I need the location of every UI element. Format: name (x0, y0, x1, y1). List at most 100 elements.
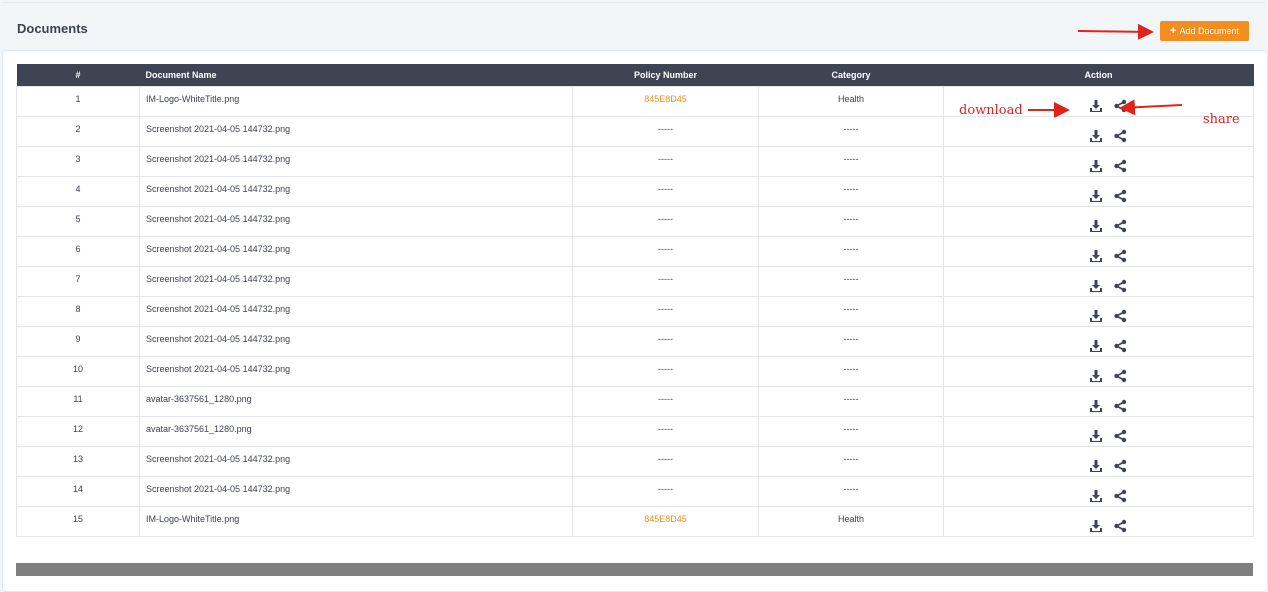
action-cell (943, 446, 1254, 477)
category: ----- (758, 206, 944, 237)
share-icon[interactable] (1113, 489, 1127, 503)
policy-number: ----- (572, 326, 759, 357)
document-name: Screenshot 2021-04-05 144732.png (139, 116, 573, 147)
table-footer-bar (16, 563, 1253, 576)
document-name: Screenshot 2021-04-05 144732.png (139, 356, 573, 387)
download-icon[interactable] (1089, 219, 1103, 233)
policy-number: ----- (572, 386, 759, 417)
download-icon[interactable] (1089, 309, 1103, 323)
category: ----- (758, 116, 944, 147)
policy-number: ----- (572, 356, 759, 387)
share-icon[interactable] (1113, 369, 1127, 383)
page-header: Documents + Add Document (2, 2, 1266, 51)
row-number: 11 (16, 386, 140, 417)
share-icon[interactable] (1113, 279, 1127, 293)
share-icon[interactable] (1113, 309, 1127, 323)
column-header-category: Category (758, 64, 944, 87)
column-header-policy-number: Policy Number (572, 64, 759, 87)
document-name: Screenshot 2021-04-05 144732.png (139, 446, 573, 477)
policy-number: ----- (572, 176, 759, 207)
share-icon[interactable] (1113, 399, 1127, 413)
share-icon[interactable] (1113, 159, 1127, 173)
table-row: 11 avatar-3637561_1280.png ----- ----- (16, 386, 1254, 417)
share-icon[interactable] (1113, 459, 1127, 473)
action-cell (943, 356, 1254, 387)
policy-number: ----- (572, 236, 759, 267)
category: ----- (758, 236, 944, 267)
document-name: avatar-3637561_1280.png (139, 416, 573, 447)
column-header-action: Action (943, 64, 1254, 87)
category: ----- (758, 266, 944, 297)
download-icon[interactable] (1089, 249, 1103, 263)
row-number: 14 (16, 476, 140, 507)
download-icon[interactable] (1089, 429, 1103, 443)
download-icon[interactable] (1089, 189, 1103, 203)
share-icon[interactable] (1113, 189, 1127, 203)
document-name: Screenshot 2021-04-05 144732.png (139, 206, 573, 237)
table-row: 7 Screenshot 2021-04-05 144732.png ----- --… (16, 266, 1254, 297)
table-row: 13 Screenshot 2021-04-05 144732.png ----- -… (16, 446, 1254, 477)
table-row: 1 IM-Logo-WhiteTitle.png 845E8D45 Health (16, 86, 1254, 117)
policy-number: ----- (572, 266, 759, 297)
download-icon[interactable] (1089, 459, 1103, 473)
table-row: 14 Screenshot 2021-04-05 144732.png ----- -… (16, 476, 1254, 507)
policy-number: ----- (572, 146, 759, 177)
table-row: 3 Screenshot 2021-04-05 144732.png ----- --… (16, 146, 1254, 177)
table-row: 5 Screenshot 2021-04-05 144732.png ----- --… (16, 206, 1254, 237)
download-icon[interactable] (1089, 489, 1103, 503)
table-row: 10 Screenshot 2021-04-05 144732.png ----- -… (16, 356, 1254, 387)
document-name: IM-Logo-WhiteTitle.png (139, 86, 573, 117)
table-header-row: # Document Name Policy Number Category A… (16, 64, 1254, 87)
row-number: 1 (16, 86, 140, 117)
category: ----- (758, 296, 944, 327)
share-icon[interactable] (1113, 249, 1127, 263)
row-number: 3 (16, 146, 140, 177)
action-cell (943, 416, 1254, 447)
row-number: 7 (16, 266, 140, 297)
category: Health (758, 506, 944, 537)
download-icon[interactable] (1089, 99, 1103, 113)
policy-number: ----- (572, 446, 759, 477)
document-name: Screenshot 2021-04-05 144732.png (139, 176, 573, 207)
documents-table: # Document Name Policy Number Category A… (16, 64, 1254, 537)
action-cell (943, 236, 1254, 267)
policy-number: ----- (572, 476, 759, 507)
table-row: 6 Screenshot 2021-04-05 144732.png ----- --… (16, 236, 1254, 267)
category: ----- (758, 326, 944, 357)
document-name: Screenshot 2021-04-05 144732.png (139, 296, 573, 327)
table-row: 8 Screenshot 2021-04-05 144732.png ----- --… (16, 296, 1254, 327)
download-icon[interactable] (1089, 369, 1103, 383)
share-icon[interactable] (1113, 129, 1127, 143)
table-row: 12 avatar-3637561_1280.png ----- ----- (16, 416, 1254, 447)
download-icon[interactable] (1089, 399, 1103, 413)
share-icon[interactable] (1113, 219, 1127, 233)
share-annotation: share (1203, 112, 1240, 127)
category: ----- (758, 176, 944, 207)
policy-number[interactable]: 845E8D45 (572, 86, 759, 117)
download-icon[interactable] (1089, 159, 1103, 173)
download-icon[interactable] (1089, 519, 1103, 533)
table-row: 2 Screenshot 2021-04-05 144732.png ----- --… (16, 116, 1254, 147)
policy-number: ----- (572, 206, 759, 237)
action-cell (943, 476, 1254, 507)
share-icon[interactable] (1113, 429, 1127, 443)
share-icon[interactable] (1113, 519, 1127, 533)
add-document-button[interactable]: + Add Document (1160, 21, 1249, 41)
download-icon[interactable] (1089, 339, 1103, 353)
table-row: 15 IM-Logo-WhiteTitle.png 845E8D45 Health (16, 506, 1254, 537)
download-icon[interactable] (1089, 129, 1103, 143)
document-name: Screenshot 2021-04-05 144732.png (139, 236, 573, 267)
share-icon[interactable] (1113, 339, 1127, 353)
table-row: 9 Screenshot 2021-04-05 144732.png ----- --… (16, 326, 1254, 357)
row-number: 5 (16, 206, 140, 237)
row-number: 8 (16, 296, 140, 327)
document-name: Screenshot 2021-04-05 144732.png (139, 326, 573, 357)
row-number: 12 (16, 416, 140, 447)
policy-number[interactable]: 845E8D45 (572, 506, 759, 537)
policy-number: ----- (572, 416, 759, 447)
share-icon[interactable] (1113, 99, 1127, 113)
document-name: Screenshot 2021-04-05 144732.png (139, 146, 573, 177)
download-icon[interactable] (1089, 279, 1103, 293)
page-title: Documents (17, 21, 88, 36)
document-name: IM-Logo-WhiteTitle.png (139, 506, 573, 537)
